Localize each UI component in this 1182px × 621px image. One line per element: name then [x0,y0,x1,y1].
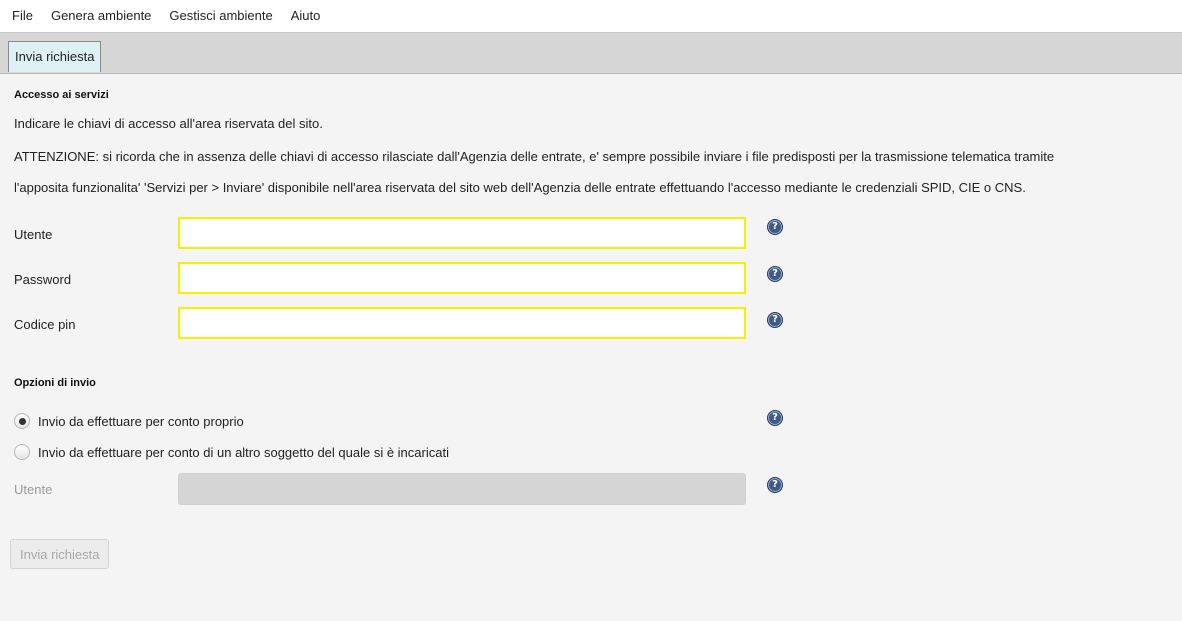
menu-genera-ambiente[interactable]: Genera ambiente [42,0,160,32]
help-icon[interactable]: ? [767,219,783,235]
help-icon[interactable]: ? [767,312,783,328]
radio-other-account-label: Invio da effettuare per conto di un altr… [38,444,449,460]
password-label: Password [14,272,72,287]
codice-pin-input[interactable] [178,307,746,339]
menu-file[interactable]: File [0,0,42,32]
tab-strip: Invia richiesta [0,33,1182,74]
utente-label: Utente [14,227,53,242]
delegate-utente-label: Utente [14,482,53,497]
menu-bar: File Genera ambiente Gestisci ambiente A… [0,0,1182,33]
delegate-utente-input[interactable] [178,473,746,505]
invia-richiesta-button[interactable]: Invia richiesta [10,539,110,569]
radio-own-account-label: Invio da effettuare per conto proprio [38,413,244,429]
radio-other-account-row[interactable]: Invio da effettuare per conto di un altr… [14,444,449,460]
main-content: Accesso ai servizi Indicare le chiavi di… [0,74,1182,621]
radio-own-account-row[interactable]: Invio da effettuare per conto proprio [14,413,244,429]
menu-gestisci-ambiente[interactable]: Gestisci ambiente [160,0,281,32]
codice-pin-label: Codice pin [14,317,76,332]
help-icon[interactable]: ? [767,266,783,282]
section-title-accesso: Accesso ai servizi [14,89,109,101]
utente-input[interactable] [178,217,746,249]
radio-own-account[interactable] [14,413,30,429]
warning-text-line-2: l'apposita funzionalita' 'Servizi per > … [14,180,1026,195]
tab-invia-richiesta[interactable]: Invia richiesta [8,41,102,72]
radio-other-account[interactable] [14,444,30,460]
help-icon[interactable]: ? [767,410,783,426]
help-icon[interactable]: ? [767,477,783,493]
menu-aiuto[interactable]: Aiuto [282,0,330,32]
radio-selected-dot [18,417,26,425]
section-title-opzioni: Opzioni di invio [14,377,96,389]
intro-text: Indicare le chiavi di accesso all'area r… [14,116,323,131]
password-input[interactable] [178,262,746,294]
warning-text-line-1: ATTENZIONE: si ricorda che in assenza de… [14,149,1055,164]
